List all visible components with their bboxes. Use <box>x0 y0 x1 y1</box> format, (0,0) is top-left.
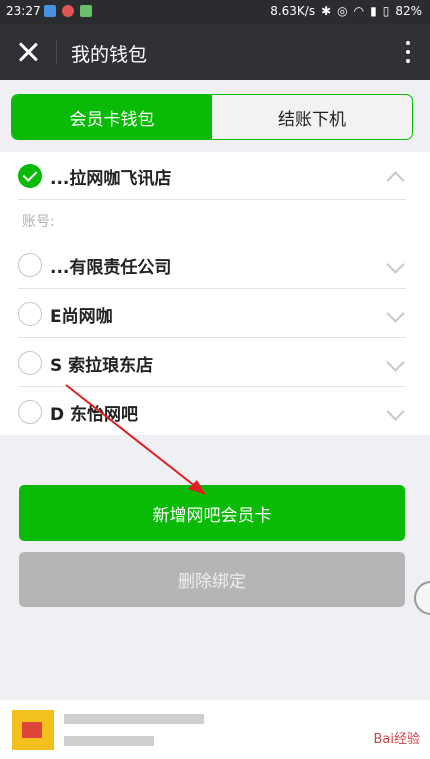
card-name: ...有限责任公司 <box>50 258 172 278</box>
card-item-3[interactable]: S 索拉琅东店 <box>0 339 430 387</box>
divider <box>18 199 406 200</box>
divider <box>18 337 406 338</box>
watermark: Bai经验 <box>373 732 421 747</box>
leaf-icon <box>80 5 92 17</box>
header-divider <box>56 40 57 64</box>
status-time: 23:27 <box>6 4 41 18</box>
page-title: 我的钱包 <box>71 44 148 66</box>
chevron-down-icon[interactable] <box>386 353 405 372</box>
tab-checkout[interactable]: 结账下机 <box>212 95 412 139</box>
status-bar: 23:27 8.63K/s ✱ ◎ ◠ ▮ ▯ 82% <box>0 0 430 24</box>
close-icon[interactable] <box>14 38 42 66</box>
card-item-0[interactable]: ...拉网咖飞讯店 <box>0 152 430 200</box>
ad-thumbnail <box>12 710 54 750</box>
blurred-text <box>64 714 204 724</box>
radio-icon[interactable] <box>18 253 42 277</box>
app-header: 我的钱包 <box>0 24 430 80</box>
radio-checked-icon[interactable] <box>18 164 42 188</box>
card-name: E尚网咖 <box>50 307 113 327</box>
floating-handle[interactable] <box>414 581 430 615</box>
wifi-icon: ◠ <box>353 4 365 18</box>
card-item-1[interactable]: ...有限责任公司 <box>0 241 430 289</box>
card-name: ...拉网咖飞讯店 <box>50 169 172 189</box>
bottom-ad-bar[interactable]: Bai经验 <box>0 700 430 759</box>
battery-icon: ▯ <box>382 4 390 18</box>
chevron-down-icon[interactable] <box>386 304 405 323</box>
network-speed: 8.63K/s <box>270 4 316 18</box>
card-list: ...拉网咖飞讯店 ...有限责任公司 E尚网咖 S 索拉琅东店 D 东怡网吧 <box>0 152 430 435</box>
chevron-down-icon[interactable] <box>386 402 405 421</box>
signal-icon: ▮ <box>370 4 377 18</box>
card-name: D 东怡网吧 <box>50 405 139 425</box>
radio-icon[interactable] <box>18 400 42 424</box>
delete-binding-button[interactable]: 删除绑定 <box>19 552 405 607</box>
chevron-down-icon[interactable] <box>386 255 405 274</box>
tab-membership-wallet[interactable]: 会员卡钱包 <box>12 95 212 139</box>
divider <box>18 288 406 289</box>
radio-icon[interactable] <box>18 302 42 326</box>
tab-bar: 会员卡钱包 结账下机 <box>11 94 413 140</box>
bluetooth-icon: ✱ <box>321 4 332 18</box>
divider <box>18 386 406 387</box>
more-menu-icon[interactable] <box>404 38 412 66</box>
radio-icon[interactable] <box>18 351 42 375</box>
add-member-card-button[interactable]: 新增网吧会员卡 <box>19 485 405 541</box>
account-label: 账号: <box>22 214 55 230</box>
card-item-2[interactable]: E尚网咖 <box>0 290 430 338</box>
blurred-text <box>64 736 154 746</box>
card-name: S 索拉琅东店 <box>50 356 154 376</box>
card-item-4[interactable]: D 东怡网吧 <box>0 388 430 436</box>
notification-icon <box>44 5 56 17</box>
app-icon <box>62 5 74 17</box>
battery-level: 82% <box>395 4 422 18</box>
chevron-up-icon[interactable] <box>386 171 405 190</box>
alarm-icon: ◎ <box>337 4 348 18</box>
